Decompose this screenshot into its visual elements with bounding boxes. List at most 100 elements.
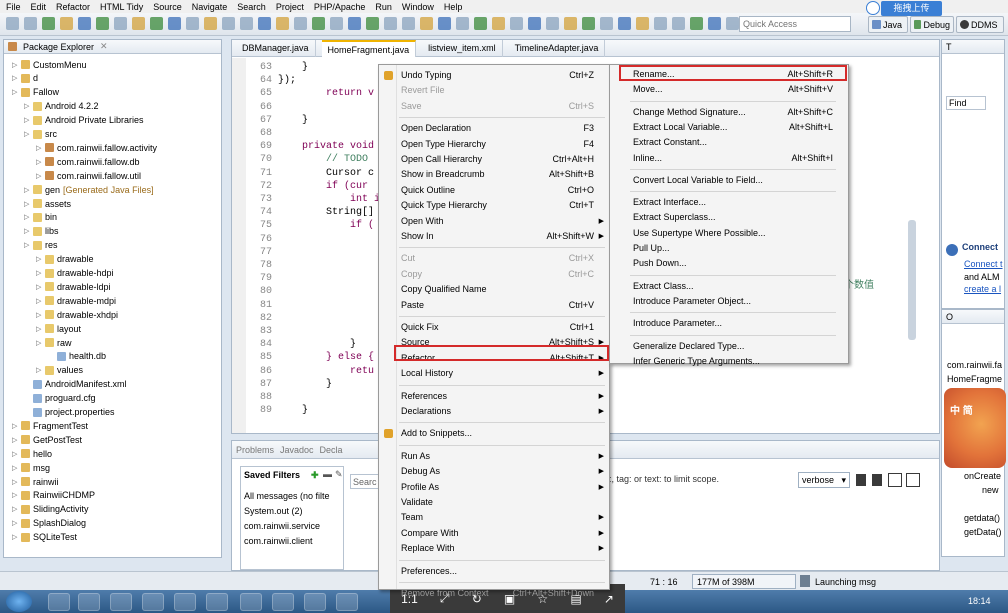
remove-filter-icon[interactable]: ▬ bbox=[323, 469, 332, 479]
tree-item[interactable]: ▷ com.rainwii.fallow.util bbox=[36, 169, 141, 182]
menu-item-local-history[interactable]: Local History ▶ bbox=[380, 366, 608, 381]
menu-help[interactable]: Help bbox=[444, 2, 463, 12]
tree-item[interactable]: ▷ CustomMenu bbox=[12, 58, 87, 71]
refactor-item-infer-generic-type-arguments[interactable]: Infer Generic Type Arguments... bbox=[611, 354, 847, 369]
chevron-right-icon[interactable]: ▷ bbox=[36, 172, 42, 180]
chevron-right-icon[interactable]: ▷ bbox=[36, 283, 42, 291]
taskbar-app-5[interactable] bbox=[174, 593, 196, 611]
outline-tab[interactable]: O bbox=[942, 310, 1004, 324]
menu-item-quick-type-hierarchy[interactable]: Quick Type Hierarchy Ctrl+T bbox=[380, 198, 608, 213]
tab-declaration[interactable]: Decla bbox=[320, 445, 343, 455]
connect-link[interactable]: Connect t bbox=[964, 259, 1003, 269]
filter-item[interactable]: All messages (no filte bbox=[244, 491, 330, 501]
code-line[interactable]: } bbox=[278, 339, 356, 350]
code-line[interactable]: }); bbox=[278, 75, 296, 86]
chevron-right-icon[interactable]: ▷ bbox=[12, 74, 18, 82]
outline-new[interactable]: new bbox=[982, 485, 999, 495]
tree-item[interactable]: ▷ Android Private Libraries bbox=[24, 114, 144, 127]
outline-getdata-2[interactable]: getData() bbox=[964, 527, 1002, 537]
chevron-right-icon[interactable]: ▷ bbox=[12, 533, 18, 541]
chevron-right-icon[interactable]: ▷ bbox=[12, 61, 18, 69]
tree-item[interactable]: ▷ drawable bbox=[36, 253, 94, 266]
tab-dbmanager[interactable]: DBManager.java bbox=[236, 39, 316, 57]
outline-package[interactable]: com.rainwii.fa bbox=[947, 360, 1002, 370]
refactor-item-extract-local-variable[interactable]: Extract Local Variable... Alt+Shift+L bbox=[611, 120, 847, 135]
chevron-right-icon[interactable]: ▷ bbox=[24, 186, 30, 194]
tab-timelineadapter[interactable]: TimelineAdapter.java bbox=[509, 39, 606, 57]
close-icon[interactable]: ✕ bbox=[100, 41, 108, 52]
edit-filter-icon[interactable]: ✎ bbox=[335, 469, 343, 480]
code-line[interactable]: if ( bbox=[278, 220, 374, 231]
taskbar-app-2[interactable] bbox=[78, 593, 100, 611]
tab-listview-item[interactable]: listview_item.xml bbox=[422, 39, 503, 57]
tree-item[interactable]: AndroidManifest.xml bbox=[24, 378, 127, 391]
code-line[interactable]: if (cur bbox=[278, 181, 368, 192]
chevron-right-icon[interactable]: ▷ bbox=[24, 213, 30, 221]
taskbar-app-10[interactable] bbox=[336, 593, 358, 611]
chevron-right-icon[interactable]: ▷ bbox=[36, 339, 42, 347]
chevron-right-icon[interactable]: ▷ bbox=[36, 255, 42, 263]
refactor-item-inline[interactable]: Inline... Alt+Shift+I bbox=[611, 151, 847, 166]
chevron-right-icon[interactable]: ▷ bbox=[12, 478, 18, 486]
refactor-item-extract-interface[interactable]: Extract Interface... bbox=[611, 195, 847, 210]
tree-item[interactable]: ▷ d bbox=[12, 72, 38, 85]
chevron-right-icon[interactable]: ▷ bbox=[36, 144, 42, 152]
menu-item-add-to-snippets[interactable]: Add to Snippets... bbox=[380, 426, 608, 441]
code-line[interactable]: } else { bbox=[278, 352, 374, 363]
heap-status[interactable]: 177M of 398M bbox=[692, 574, 796, 589]
refactor-item-extract-superclass[interactable]: Extract Superclass... bbox=[611, 210, 847, 225]
perspective-ddms[interactable]: DDMS bbox=[956, 16, 1004, 33]
tree-item[interactable]: ▷ drawable-mdpi bbox=[36, 294, 116, 307]
menu-file[interactable]: File bbox=[6, 2, 21, 12]
menu-item-open-with[interactable]: Open With ▶ bbox=[380, 214, 608, 229]
code-line[interactable]: int i bbox=[278, 194, 380, 205]
chevron-right-icon[interactable]: ▷ bbox=[12, 505, 18, 513]
taskbar-app-6[interactable] bbox=[206, 593, 228, 611]
menu-search[interactable]: Search bbox=[237, 2, 266, 12]
menu-item-remove-from-context[interactable]: Remove from Context Ctrl+Alt+Shift+Down bbox=[380, 586, 608, 601]
chevron-right-icon[interactable]: ▷ bbox=[36, 311, 42, 319]
chevron-right-icon[interactable]: ▷ bbox=[36, 366, 42, 374]
menu-item-team[interactable]: Team ▶ bbox=[380, 510, 608, 525]
menu-item-replace-with[interactable]: Replace With ▶ bbox=[380, 541, 608, 556]
tree-item[interactable]: ▷ FragmentTest bbox=[12, 419, 88, 432]
tree-item[interactable]: ▷ layout bbox=[36, 322, 81, 335]
chevron-right-icon[interactable]: ▷ bbox=[12, 422, 18, 430]
filter-item[interactable]: System.out (2) bbox=[244, 506, 303, 516]
chevron-right-icon[interactable]: ▷ bbox=[24, 130, 30, 138]
task-list-tab[interactable]: T bbox=[942, 40, 1004, 54]
start-button[interactable] bbox=[6, 591, 32, 612]
menu-navigate[interactable]: Navigate bbox=[192, 2, 228, 12]
tree-item[interactable]: ▷ drawable-ldpi bbox=[36, 280, 111, 293]
menu-item-revert-file[interactable]: Revert File bbox=[380, 83, 608, 98]
menu-php-apache[interactable]: PHP/Apache bbox=[314, 2, 366, 12]
chevron-right-icon[interactable]: ▷ bbox=[36, 158, 42, 166]
trash-icon[interactable] bbox=[800, 575, 810, 587]
menu-item-debug-as[interactable]: Debug As ▶ bbox=[380, 464, 608, 479]
tree-item[interactable]: ▷ RainwiiCHDMP bbox=[12, 489, 95, 502]
taskbar-app-7[interactable] bbox=[240, 593, 262, 611]
chevron-right-icon[interactable]: ▷ bbox=[12, 491, 18, 499]
filter-item[interactable]: com.rainwii.service bbox=[244, 521, 320, 531]
refactor-item-extract-constant[interactable]: Extract Constant... bbox=[611, 135, 847, 150]
menu-item-open-type-hierarchy[interactable]: Open Type Hierarchy F4 bbox=[380, 137, 608, 152]
chevron-right-icon[interactable]: ▷ bbox=[36, 297, 42, 305]
tree-item[interactable]: ▷ rainwii bbox=[12, 475, 59, 488]
tree-item[interactable]: ▷ raw bbox=[36, 336, 72, 349]
tree-item[interactable]: ▷ SlidingActivity bbox=[12, 503, 89, 516]
chevron-right-icon[interactable]: ▷ bbox=[12, 464, 18, 472]
chevron-right-icon[interactable]: ▷ bbox=[36, 269, 42, 277]
code-line[interactable]: private void bbox=[278, 141, 374, 152]
tree-item[interactable]: ▷ Android 4.2.2 bbox=[24, 100, 99, 113]
menu-item-paste[interactable]: Paste Ctrl+V bbox=[380, 298, 608, 313]
chevron-right-icon[interactable]: ▷ bbox=[24, 227, 30, 235]
save-log-icon[interactable] bbox=[856, 474, 866, 486]
menu-item-compare-with[interactable]: Compare With ▶ bbox=[380, 526, 608, 541]
menu-item-open-declaration[interactable]: Open Declaration F3 bbox=[380, 121, 608, 136]
chevron-right-icon[interactable]: ▷ bbox=[24, 200, 30, 208]
tree-item[interactable]: ▷ assets bbox=[24, 197, 71, 210]
tab-javadoc[interactable]: Javadoc bbox=[280, 445, 314, 455]
menu-project[interactable]: Project bbox=[276, 2, 304, 12]
tree-item[interactable]: ▷ values bbox=[36, 364, 83, 377]
refactor-item-extract-class[interactable]: Extract Class... bbox=[611, 279, 847, 294]
